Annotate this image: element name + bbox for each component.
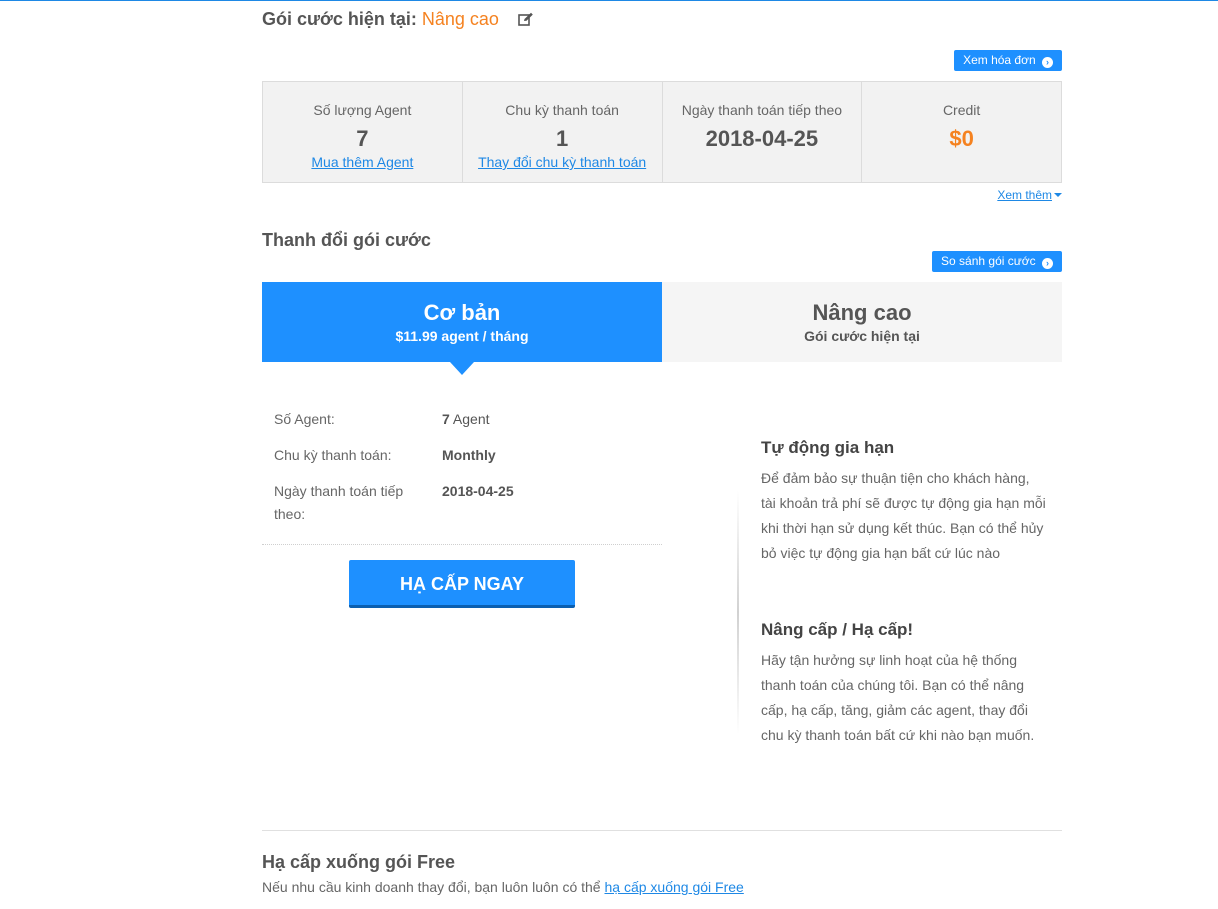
plan-price: $11.99 agent / tháng <box>395 328 529 344</box>
detail-label: Số Agent: <box>274 411 335 427</box>
detail-row: Chu kỳ thanh toán: Monthly <box>262 444 662 467</box>
stat-label: Credit <box>942 102 981 118</box>
info-text: Để đảm bảo sự thuận tiện cho khách hàng,… <box>761 470 1046 561</box>
divider <box>262 544 662 545</box>
stat-value: 7 <box>356 126 369 151</box>
downgrade-to-free-link[interactable]: hạ cấp xuống gói Free <box>604 879 743 895</box>
stat-next-payment: Ngày thanh toán tiếp theo 2018-04-25 <box>663 82 863 182</box>
plan-tabs: Cơ bản $11.99 agent / tháng Nâng cao Gói… <box>262 282 1062 375</box>
detail-value-bold: Monthly <box>442 447 496 463</box>
detail-value-bold: 2018-04-25 <box>442 483 514 499</box>
arrow-circle-right-icon: › <box>1042 57 1053 68</box>
info-title: Tự động gia hạn <box>761 438 895 457</box>
edit-icon[interactable] <box>518 11 534 32</box>
stat-value: 1 <box>556 126 569 151</box>
plan-name: Cơ bản <box>423 300 501 325</box>
info-text: Hãy tận hưởng sự linh hoạt của hệ thống … <box>761 652 1035 743</box>
detail-row: Số Agent: 7 Agent <box>262 408 662 431</box>
stat-value: 2018-04-25 <box>705 126 819 151</box>
info-upgrade-downgrade: Nâng cấp / Hạ cấp! Hãy tận hưởng sự linh… <box>761 620 1046 748</box>
stat-credit: Credit $0 <box>862 82 1061 182</box>
info-auto-renew: Tự động gia hạn Để đảm bảo sự thuận tiện… <box>761 438 1046 566</box>
view-invoice-button[interactable]: Xem hóa đơn › <box>954 50 1062 71</box>
stat-label: Chu kỳ thanh toán <box>505 102 619 118</box>
detail-value-rest: Agent <box>449 411 490 427</box>
buy-more-agents-link[interactable]: Mua thêm Agent <box>311 154 413 170</box>
detail-value: Monthly <box>442 444 496 467</box>
view-invoice-label: Xem hóa đơn <box>963 53 1036 67</box>
plan-status: Gói cước hiện tại <box>804 328 920 344</box>
change-billing-cycle-link[interactable]: Thay đổi chu kỳ thanh toán <box>478 154 646 170</box>
stat-billing-cycle: Chu kỳ thanh toán 1 Thay đổi chu kỳ than… <box>463 82 663 182</box>
plan-name: Nâng cao <box>812 300 912 325</box>
detail-label: Ngày thanh toán tiếp theo: <box>274 483 404 522</box>
divider <box>262 830 1062 831</box>
top-border <box>0 0 1218 1</box>
tab-advanced-plan[interactable]: Nâng cao Gói cước hiện tại <box>662 282 1062 362</box>
current-plan-name: Nâng cao <box>421 9 499 29</box>
current-plan-label: Gói cước hiện tại: <box>262 9 417 29</box>
compare-plans-button[interactable]: So sánh gói cước › <box>932 251 1062 272</box>
account-stats: Số lượng Agent 7 Mua thêm Agent Chu kỳ t… <box>262 81 1062 183</box>
free-plan-text: Nếu nhu cầu kinh doanh thay đổi, bạn luô… <box>262 879 744 895</box>
vertical-divider <box>737 490 739 735</box>
stat-agents: Số lượng Agent 7 Mua thêm Agent <box>263 82 463 182</box>
free-plan-title: Hạ cấp xuống gói Free <box>262 852 456 872</box>
free-plan-description: Nếu nhu cầu kinh doanh thay đổi, bạn luô… <box>262 879 605 895</box>
info-title: Nâng cấp / Hạ cấp! <box>761 620 914 639</box>
detail-label: Chu kỳ thanh toán: <box>274 447 392 463</box>
change-plan-title: Thanh đổi gói cước <box>262 230 431 250</box>
downgrade-now-button[interactable]: HẠ CẤP NGAY <box>349 560 575 608</box>
detail-value: 7 Agent <box>442 408 490 431</box>
plan-details: Số Agent: 7 Agent Chu kỳ thanh toán: Mon… <box>262 408 662 539</box>
detail-row: Ngày thanh toán tiếp theo: 2018-04-25 <box>262 480 662 526</box>
caret-down-icon <box>1054 193 1062 197</box>
stat-value: $0 <box>949 126 974 151</box>
current-plan-heading: Gói cước hiện tại: Nâng cao <box>262 9 534 32</box>
see-more-link[interactable]: Xem thêm <box>997 188 1062 202</box>
detail-value: 2018-04-25 <box>442 480 514 526</box>
detail-value-bold: 7 <box>442 411 450 427</box>
compare-plans-label: So sánh gói cước <box>941 254 1036 268</box>
stat-label: Số lượng Agent <box>313 102 412 118</box>
arrow-circle-right-icon: › <box>1042 258 1053 269</box>
see-more-label: Xem thêm <box>997 188 1052 202</box>
stat-label: Ngày thanh toán tiếp theo <box>681 102 843 118</box>
tab-basic-plan[interactable]: Cơ bản $11.99 agent / tháng <box>262 282 662 375</box>
